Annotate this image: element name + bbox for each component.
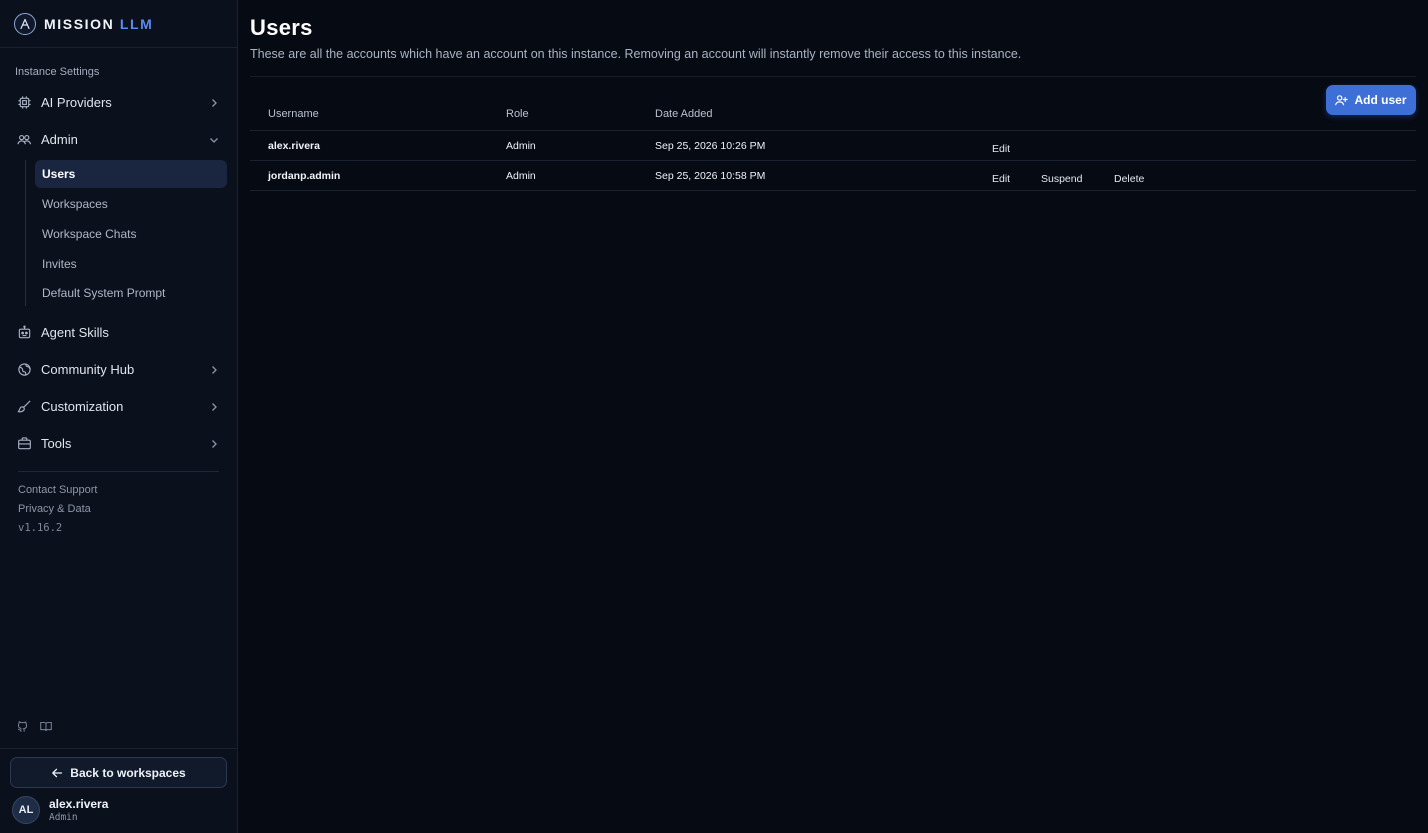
column-header-role: Role (506, 108, 529, 120)
sidebar-subitem-workspaces[interactable]: Workspaces (35, 190, 227, 218)
cell-username: alex.rivera (268, 140, 320, 152)
main-content: Users These are all the accounts which h… (238, 0, 1428, 833)
privacy-data-link[interactable]: Privacy & Data (18, 503, 91, 515)
cell-role: Admin (506, 140, 536, 152)
users-table: Username Role Date Added alex.rivera Adm… (250, 100, 1416, 191)
chevron-right-icon (208, 437, 220, 455)
sidebar-subitem-workspace-chats[interactable]: Workspace Chats (35, 220, 227, 248)
table-row: jordanp.admin Admin Sep 25, 2026 10:58 P… (250, 161, 1416, 191)
divider (0, 748, 238, 749)
subnav-guide-line (25, 160, 26, 306)
page-title: Users (250, 15, 313, 40)
avatar: AL (12, 796, 40, 824)
cell-date-added: Sep 25, 2026 10:58 PM (655, 170, 766, 182)
sidebar-bottom-icons (14, 718, 62, 734)
sidebar-item-label: Customization (41, 398, 124, 414)
user-info: alex.rivera Admin (49, 797, 108, 824)
edit-user-button[interactable]: Edit (992, 143, 1010, 155)
brand-name-main: MISSION (44, 16, 115, 32)
add-user-button[interactable]: Add user (1326, 85, 1416, 115)
divider (18, 471, 219, 472)
sidebar-item-tools[interactable]: Tools (14, 430, 224, 456)
brush-icon (14, 396, 34, 416)
briefcase-icon (14, 433, 34, 453)
user-plus-icon (1335, 94, 1349, 106)
sidebar-item-label: Tools (41, 435, 72, 451)
github-icon[interactable] (14, 718, 30, 734)
chevron-right-icon (208, 96, 220, 114)
divider (250, 76, 1416, 77)
table-row: alex.rivera Admin Sep 25, 2026 10:26 PM … (250, 131, 1416, 161)
brand[interactable]: MISSION LLM (14, 12, 153, 36)
globe-icon (14, 359, 34, 379)
users-icon (14, 129, 34, 149)
sidebar-item-agent-skills[interactable]: Agent Skills (14, 319, 224, 345)
divider (0, 47, 238, 48)
sidebar-item-admin[interactable]: Admin (14, 126, 224, 152)
sidebar-item-ai-providers[interactable]: AI Providers (14, 89, 224, 115)
delete-user-button[interactable]: Delete (1114, 173, 1144, 185)
brand-wordmark: MISSION LLM (44, 16, 153, 32)
sidebar-item-label: Agent Skills (41, 324, 109, 340)
user-name: alex.rivera (49, 796, 109, 811)
sidebar-item-label: Community Hub (41, 361, 135, 377)
cell-username: jordanp.admin (268, 170, 341, 182)
version-label: v1.16.2 (18, 522, 63, 534)
cell-date-added: Sep 25, 2026 10:26 PM (655, 140, 766, 152)
robot-icon (14, 322, 34, 342)
current-user[interactable]: AL alex.rivera Admin (12, 796, 108, 824)
docs-book-icon[interactable] (38, 718, 54, 734)
chevron-down-icon (208, 133, 220, 151)
arrow-left-icon (51, 767, 63, 779)
sidebar-item-label: AI Providers (41, 94, 112, 110)
brand-name-accent: LLM (119, 16, 154, 32)
edit-user-button[interactable]: Edit (992, 173, 1010, 185)
suspend-user-button[interactable]: Suspend (1041, 173, 1082, 185)
table-header: Username Role Date Added (250, 100, 1416, 131)
chip-icon (14, 92, 34, 112)
sidebar: MISSION LLM Instance Settings AI Provide… (0, 0, 238, 833)
chevron-right-icon (208, 400, 220, 418)
sidebar-item-customization[interactable]: Customization (14, 393, 224, 419)
section-label: Instance Settings (15, 66, 100, 78)
sidebar-item-label: Admin (41, 131, 78, 147)
chevron-right-icon (208, 363, 220, 381)
sidebar-subitem-users[interactable]: Users (35, 160, 227, 188)
mission-logo-icon (14, 13, 36, 35)
back-button-label: Back to workspaces (70, 765, 186, 780)
sidebar-subitem-default-system-prompt[interactable]: Default System Prompt (35, 279, 227, 307)
add-user-label: Add user (1354, 93, 1407, 107)
contact-support-link[interactable]: Contact Support (18, 484, 98, 496)
user-role: Admin (49, 811, 78, 823)
page-description: These are all the accounts which have an… (250, 47, 1022, 61)
column-header-username: Username (268, 108, 319, 120)
sidebar-item-community-hub[interactable]: Community Hub (14, 356, 224, 382)
column-header-date-added: Date Added (655, 108, 713, 120)
back-to-workspaces-button[interactable]: Back to workspaces (10, 757, 227, 788)
sidebar-subitem-invites[interactable]: Invites (35, 250, 227, 278)
cell-role: Admin (506, 170, 536, 182)
